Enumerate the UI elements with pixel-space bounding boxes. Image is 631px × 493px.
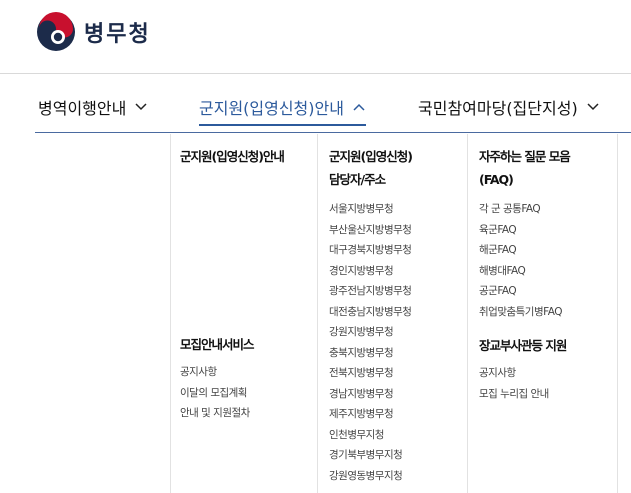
nav-item-label: 병역이행안내	[38, 99, 127, 118]
menu-column-3: 자주하는 질문 모음 (FAQ) 각 군 공통FAQ 육군FAQ 해군FAQ 해…	[479, 145, 571, 404]
menu-column-2: 군지원(입영신청) 담당자/주소 서울지방병무청 부산울산지방병무청 대구경북지…	[329, 145, 413, 486]
officer-support-list: 공지사항 모집 누리집 안내	[479, 363, 570, 404]
menu-link-monthly-plan[interactable]: 이달의 모집계획	[180, 383, 284, 404]
site-logo[interactable]: 병무청	[36, 12, 151, 52]
menu-heading-enlistment-guide[interactable]: 군지원(입영신청)안내	[180, 145, 285, 168]
nav-divider	[35, 132, 631, 133]
chevron-down-icon	[135, 103, 147, 111]
menu-link-faq[interactable]: 공군FAQ	[479, 281, 570, 302]
nav-item-enlistment-guide[interactable]: 군지원(입영신청)안내	[199, 92, 366, 126]
menu-link-faq[interactable]: 해군FAQ	[479, 240, 570, 261]
regional-office-list: 서울지방병무청 부산울산지방병무청 대구경북지방병무청 경인지방병무청 광주전남…	[329, 199, 412, 486]
menu-link-office[interactable]: 제주지방병무청	[329, 404, 412, 425]
menu-heading-officer-support[interactable]: 장교부사관등 지원	[479, 334, 570, 357]
menu-link-office[interactable]: 경기북부병무지청	[329, 445, 412, 466]
menu-link-office[interactable]: 경인지방병무청	[329, 261, 412, 282]
nav-item-service-guide[interactable]: 병역이행안내	[38, 92, 148, 122]
menu-column-1: 군지원(입영신청)안내 모집안내서비스 공지사항 이달의 모집계획 안내 및 지…	[180, 145, 285, 424]
faq-list: 각 군 공통FAQ 육군FAQ 해군FAQ 해병대FAQ 공군FAQ 취업맞춤특…	[479, 199, 570, 322]
menu-link-faq[interactable]: 해병대FAQ	[479, 261, 570, 282]
menu-link-office[interactable]: 대구경북지방병무청	[329, 240, 412, 261]
menu-link-office[interactable]: 충북지방병무청	[329, 343, 412, 364]
menu-link-office[interactable]: 경남지방병무청	[329, 384, 412, 405]
menu-link-office[interactable]: 대전충남지방병무청	[329, 302, 412, 323]
column-divider	[170, 134, 171, 493]
column-divider	[617, 134, 618, 493]
menu-link-office[interactable]: 강원지방병무청	[329, 322, 412, 343]
column-divider	[467, 134, 468, 493]
taegeuk-logo-icon	[37, 12, 75, 51]
recruit-service-list: 공지사항 이달의 모집계획 안내 및 지원절차	[180, 362, 284, 424]
menu-link-faq[interactable]: 각 군 공통FAQ	[479, 199, 570, 220]
menu-link-office[interactable]: 강원영동병무지청	[329, 466, 412, 487]
chevron-down-icon	[587, 103, 599, 111]
menu-link-office[interactable]: 인천병무지청	[329, 425, 412, 446]
menu-link-office[interactable]: 부산울산지방병무청	[329, 220, 412, 241]
nav-item-citizen-participation[interactable]: 국민참여마당(집단지성)	[418, 92, 600, 122]
menu-link-faq[interactable]: 육군FAQ	[479, 220, 570, 241]
nav-item-label: 군지원(입영신청)안내	[199, 99, 344, 118]
chevron-up-icon	[353, 103, 365, 111]
menu-link-guide-procedure[interactable]: 안내 및 지원절차	[180, 403, 284, 424]
menu-link-office[interactable]: 광주전남지방병무청	[329, 281, 412, 302]
menu-heading-contacts[interactable]: 군지원(입영신청) 담당자/주소	[329, 145, 413, 191]
menu-heading-recruit-service[interactable]: 모집안내서비스	[180, 333, 284, 356]
menu-link-notice[interactable]: 공지사항	[180, 362, 284, 383]
column-divider	[317, 134, 318, 493]
menu-link-notice[interactable]: 공지사항	[479, 363, 570, 384]
nav-item-label: 국민참여마당(집단지성)	[418, 99, 578, 118]
main-nav: 병역이행안내 군지원(입영신청)안내 국민참여마당(집단지성)	[0, 74, 631, 134]
menu-link-office[interactable]: 서울지방병무청	[329, 199, 412, 220]
menu-link-office[interactable]: 전북지방병무청	[329, 363, 412, 384]
logo-text: 병무청	[84, 22, 151, 47]
menu-link-recruit-site[interactable]: 모집 누리집 안내	[479, 384, 570, 405]
site-header: 병무청	[0, 0, 631, 74]
menu-heading-faq[interactable]: 자주하는 질문 모음 (FAQ)	[479, 145, 571, 191]
menu-link-faq[interactable]: 취업맞춤특기병FAQ	[479, 302, 570, 323]
